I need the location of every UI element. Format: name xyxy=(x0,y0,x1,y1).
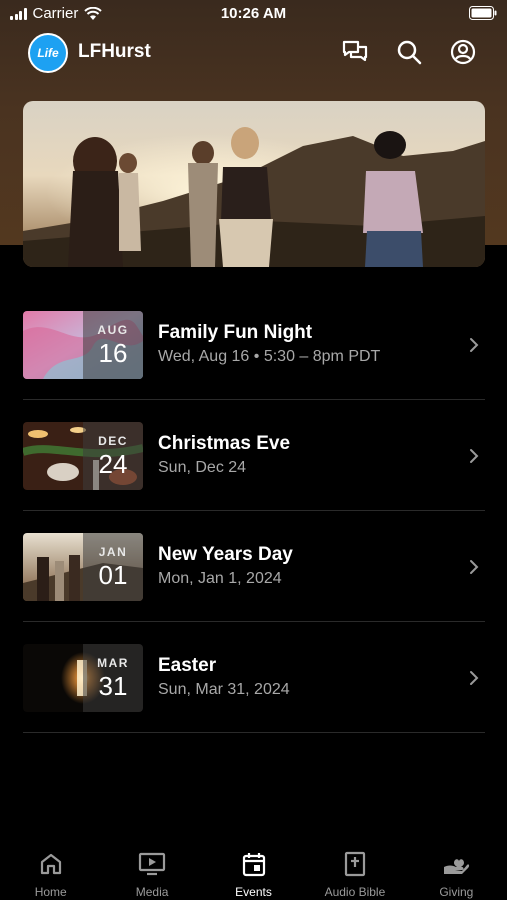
event-day: 31 xyxy=(98,671,128,701)
event-month: AUG xyxy=(97,323,129,337)
app-title: LFHurst xyxy=(78,41,151,62)
chevron-right-icon xyxy=(470,671,479,685)
event-day: 24 xyxy=(98,449,128,479)
tab-audio-bible[interactable]: Audio Bible xyxy=(304,838,405,900)
tab-media[interactable]: Media xyxy=(101,838,202,900)
tab-events[interactable]: Events xyxy=(203,838,304,900)
chevron-right-icon xyxy=(470,560,479,574)
account-icon xyxy=(450,39,476,65)
tab-home[interactable]: Home xyxy=(0,838,101,900)
date-badge: AUG 16 xyxy=(83,311,143,379)
date-badge: DEC 24 xyxy=(83,422,143,490)
event-item-christmas-eve[interactable]: DEC 24 Christmas Eve Sun, Dec 24 xyxy=(23,400,485,511)
event-item-new-years-day[interactable]: JAN 01 New Years Day Mon, Jan 1, 2024 xyxy=(23,511,485,622)
event-thumbnail: AUG 16 xyxy=(23,311,143,379)
event-title: Easter xyxy=(158,655,217,676)
date-badge: JAN 01 xyxy=(83,533,143,601)
messages-button[interactable] xyxy=(341,38,369,66)
event-title: Christmas Eve xyxy=(158,433,291,454)
event-title: Family Fun Night xyxy=(158,322,313,343)
date-badge: MAR 31 xyxy=(83,644,143,712)
tab-label: Media xyxy=(135,885,169,899)
event-date-time: Sun, Mar 31, 2024 xyxy=(158,681,290,698)
media-icon xyxy=(139,852,166,876)
event-item-easter[interactable]: MAR 31 Easter Sun, Mar 31, 2024 xyxy=(23,622,485,733)
event-thumbnail: DEC 24 xyxy=(23,422,143,490)
search-icon xyxy=(397,40,422,65)
events-list: AUG 16 Family Fun Night Wed, Aug 16 • 5:… xyxy=(23,289,485,733)
calendar-icon xyxy=(242,853,265,877)
app-bar: Life LFHurst xyxy=(0,30,507,78)
event-thumbnail: MAR 31 xyxy=(23,644,143,712)
event-date-time: Sun, Dec 24 xyxy=(158,459,247,476)
event-month: MAR xyxy=(97,656,129,670)
chevron-right-icon xyxy=(470,338,479,352)
chevron-right-icon xyxy=(470,449,479,463)
search-button[interactable] xyxy=(395,38,423,66)
chat-icon xyxy=(342,40,368,62)
event-thumbnail: JAN 01 xyxy=(23,533,143,601)
status-time: 10:26 AM xyxy=(220,5,287,22)
event-date-time: Mon, Jan 1, 2024 xyxy=(158,570,282,587)
home-icon xyxy=(40,853,61,875)
hero-banner-image[interactable] xyxy=(23,101,485,267)
status-bar: Carrier 10:26 AM xyxy=(0,0,507,28)
tab-label: Audio Bible xyxy=(324,885,386,899)
tab-label: Events xyxy=(235,885,272,899)
bible-icon xyxy=(344,851,366,877)
event-month: DEC xyxy=(98,434,128,448)
events-screen: Carrier 10:26 AM Life LFHurst AUG 16 Fam… xyxy=(0,0,507,900)
tab-label: Giving xyxy=(439,885,474,899)
event-day: 01 xyxy=(98,560,128,590)
tab-giving[interactable]: Giving xyxy=(406,838,507,900)
church-logo: Life xyxy=(28,33,68,73)
profile-button[interactable] xyxy=(449,38,477,66)
tab-label: Home xyxy=(34,885,67,899)
battery-icon xyxy=(469,6,497,20)
giving-icon xyxy=(444,859,470,874)
event-month: JAN xyxy=(98,545,128,559)
event-item-family-fun-night[interactable]: AUG 16 Family Fun Night Wed, Aug 16 • 5:… xyxy=(23,289,485,400)
bottom-tab-bar: Home Media Events Audio Bible Giving xyxy=(0,838,507,900)
event-day: 16 xyxy=(98,338,128,368)
event-title: New Years Day xyxy=(158,544,293,565)
event-date-time: Wed, Aug 16 • 5:30 – 8pm PDT xyxy=(158,348,381,365)
